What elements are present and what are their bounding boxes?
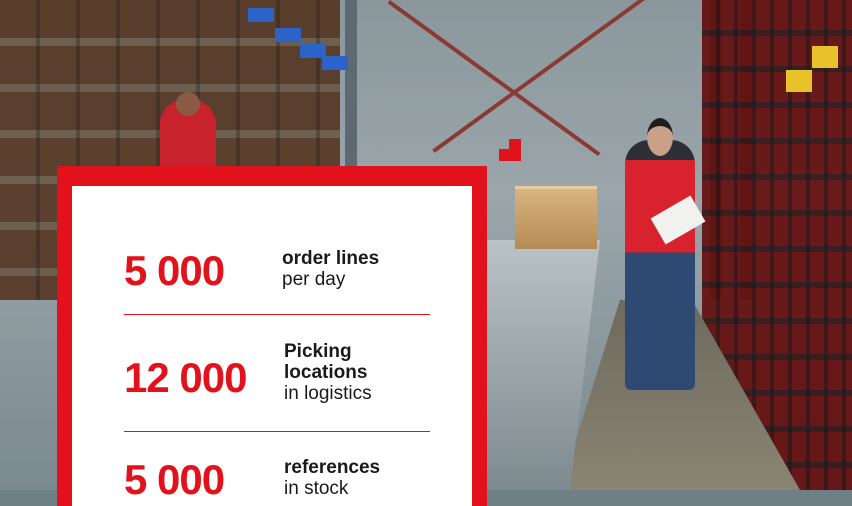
stat-label: references in stock bbox=[284, 457, 380, 499]
worker-figure bbox=[625, 118, 695, 390]
stat-label: order lines per day bbox=[282, 248, 379, 290]
location-sign bbox=[812, 46, 838, 68]
stat-subtitle: in stock bbox=[284, 478, 349, 499]
stat-title-line1: Picking bbox=[284, 341, 352, 362]
stat-title: references bbox=[284, 457, 381, 478]
worker-figure bbox=[160, 92, 216, 170]
stat-subtitle: per day bbox=[282, 269, 346, 290]
stat-number: 12 000 bbox=[124, 354, 247, 401]
divider bbox=[124, 431, 430, 432]
stat-title-line2: locations bbox=[284, 362, 368, 383]
stat-number: 5 000 bbox=[124, 247, 225, 294]
stat-picking-locations: 12 000 Picking locations in logistics bbox=[124, 341, 372, 404]
stats-card: 5 000 order lines per day 12 000 Picking… bbox=[72, 186, 472, 506]
cardboard-box bbox=[515, 186, 597, 249]
stat-subtitle: in logistics bbox=[284, 383, 372, 404]
divider bbox=[124, 314, 430, 315]
location-sign bbox=[248, 8, 274, 22]
location-sign bbox=[786, 70, 812, 92]
stat-title: order lines bbox=[282, 248, 380, 269]
stat-number: 5 000 bbox=[124, 456, 225, 503]
stat-order-lines: 5 000 order lines per day bbox=[124, 248, 379, 292]
location-sign bbox=[275, 28, 301, 42]
stat-label: Picking locations in logistics bbox=[284, 341, 372, 404]
location-sign bbox=[322, 56, 348, 70]
corner-accent bbox=[493, 137, 525, 165]
stat-references: 5 000 references in stock bbox=[124, 457, 380, 501]
